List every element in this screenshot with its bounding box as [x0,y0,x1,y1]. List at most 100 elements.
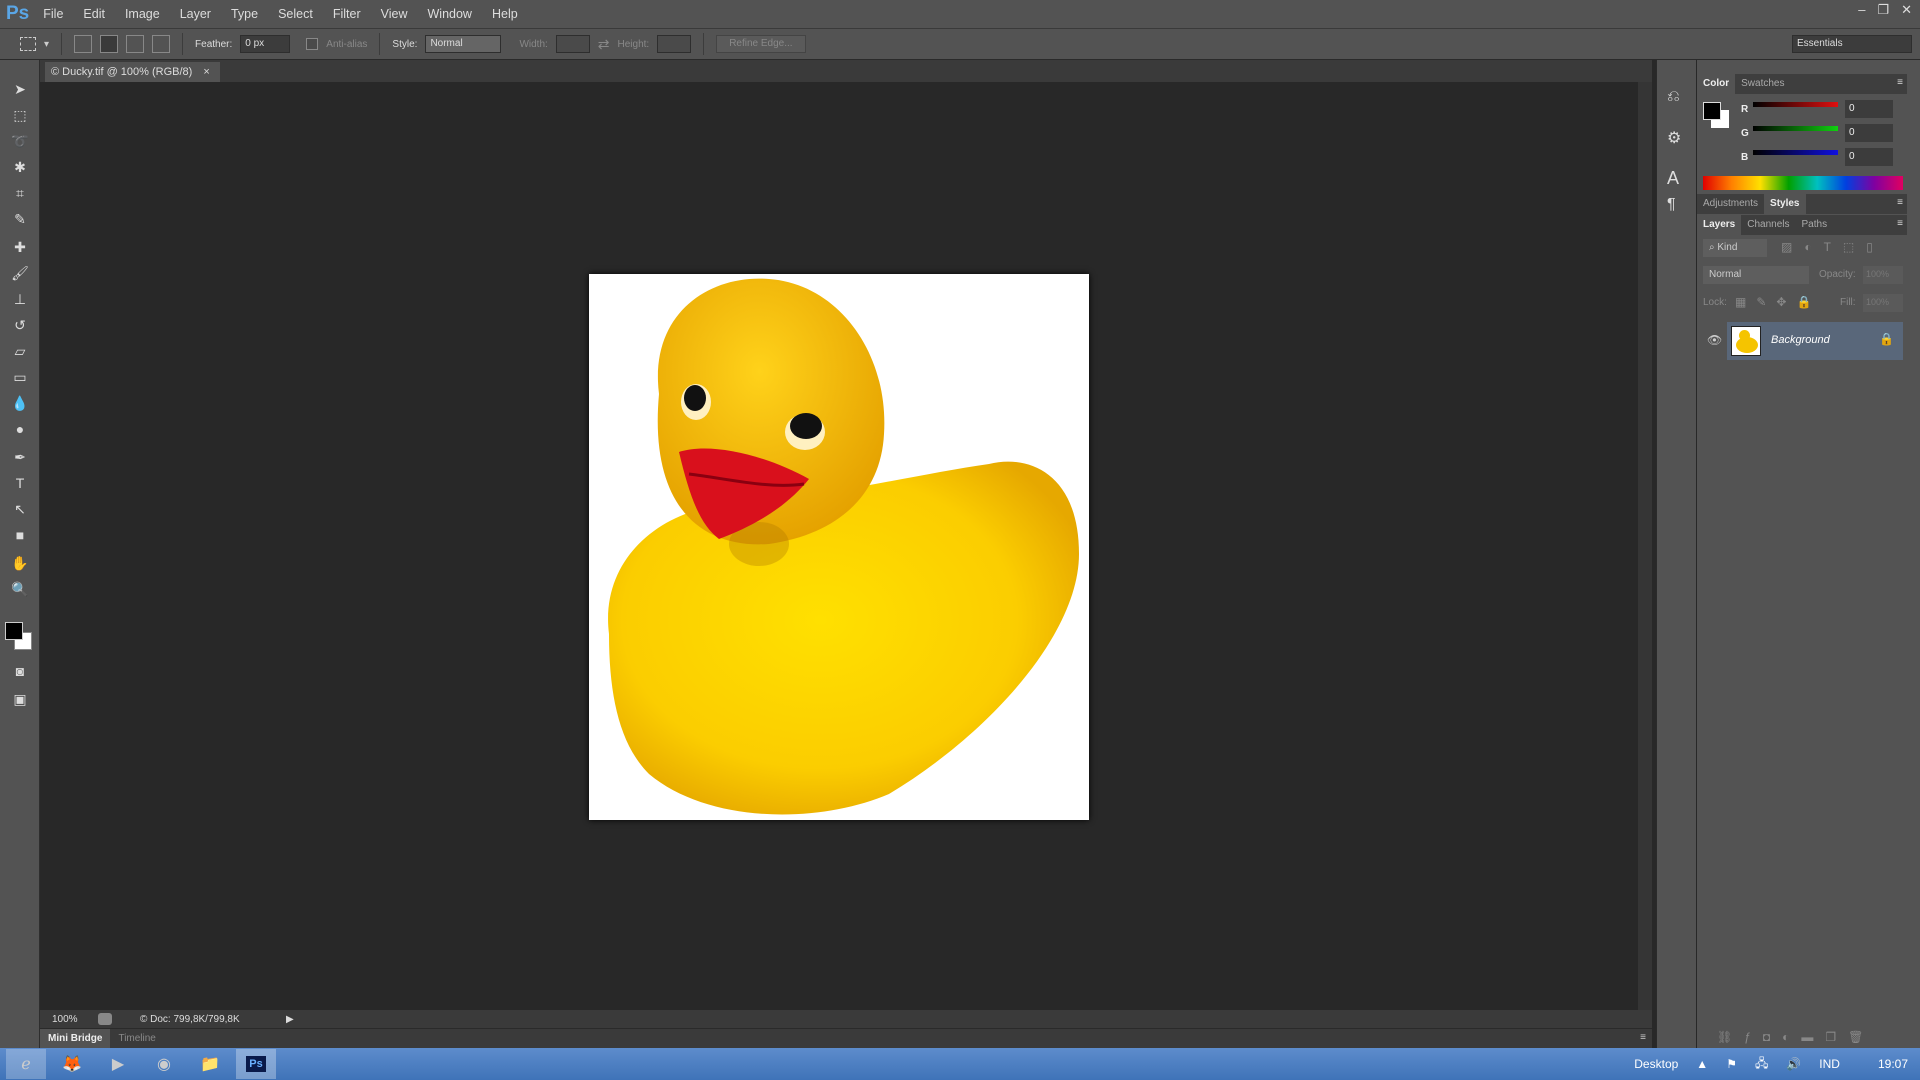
chrome-icon[interactable]: ◉ [144,1049,184,1079]
subtract-selection-icon[interactable] [126,35,145,53]
volume-icon[interactable]: 🔊 [1786,1057,1801,1071]
lock-icons[interactable]: ▦✎✥🔒 [1735,295,1821,309]
opacity-input[interactable]: 100% [1863,266,1903,284]
clone-stamp-tool-icon[interactable]: ⊥ [8,288,32,310]
dodge-tool-icon[interactable]: ● [8,418,32,440]
pen-tool-icon[interactable]: ✒ [8,446,32,468]
layer-filter-icons[interactable]: ▨◐T⬚▯ [1781,240,1885,254]
hand-tool-icon[interactable]: ✋ [8,552,32,574]
file-explorer-icon[interactable]: 📁 [190,1049,230,1079]
restore-icon[interactable]: ❐ [1877,2,1889,18]
refine-edge-button[interactable]: Refine Edge... [716,35,806,53]
add-selection-icon[interactable] [100,35,119,53]
rectangle-tool-icon[interactable]: ■ [8,524,32,546]
tab-layers[interactable]: Layers [1697,215,1742,235]
blue-slider[interactable] [1753,150,1838,155]
red-slider[interactable] [1753,102,1838,107]
workspace-select[interactable]: Essentials [1792,35,1912,53]
show-hidden-icons[interactable]: ▲ [1696,1057,1708,1071]
menu-type[interactable]: Type [231,7,258,21]
close-icon[interactable]: ✕ [1901,2,1912,18]
properties-icon[interactable]: ⚙ [1667,128,1681,148]
menu-image[interactable]: Image [125,7,160,21]
width-input[interactable] [555,35,590,53]
photoshop-taskbar-icon[interactable]: Ps [236,1049,276,1079]
layer-actions-bar[interactable]: ⛓ƒ◘◐▬❐🗑 [1717,1030,1875,1044]
menu-help[interactable]: Help [492,7,518,21]
foreground-color-swatch[interactable] [1703,102,1721,120]
panel-menu-icon[interactable]: ≡ [1897,77,1903,88]
character-icon[interactable]: A [1667,168,1679,189]
paragraph-icon[interactable]: ¶ [1667,196,1676,214]
zoom-level[interactable]: 100% [52,1014,92,1025]
gradient-tool-icon[interactable]: ▭ [8,366,32,388]
fill-input[interactable]: 100% [1863,294,1903,312]
lasso-tool-icon[interactable]: ➰ [8,130,32,152]
foreground-color-swatch[interactable] [5,622,23,640]
healing-brush-tool-icon[interactable]: ✚ [8,236,32,258]
vertical-scrollbar[interactable] [1638,82,1652,1010]
tab-paths[interactable]: Paths [1796,215,1834,235]
marquee-preset-icon[interactable] [20,37,36,51]
panel-menu-icon[interactable]: ≡ [1640,1032,1646,1043]
history-icon[interactable]: ⎌ [1667,88,1680,106]
color-spectrum[interactable] [1703,176,1903,190]
menu-filter[interactable]: Filter [333,7,361,21]
status-menu-arrow-icon[interactable]: ▶ [286,1014,294,1025]
tab-mini-bridge[interactable]: Mini Bridge [40,1029,111,1048]
menu-select[interactable]: Select [278,7,313,21]
swap-icon[interactable]: ⇄ [598,36,610,53]
media-player-icon[interactable]: ▶ [98,1049,138,1079]
minimize-icon[interactable]: ‒ [1858,2,1865,18]
document-tab[interactable]: © Ducky.tif @ 100% (RGB/8) × [45,62,220,82]
internet-explorer-icon[interactable]: ℯ [6,1049,46,1079]
feather-input[interactable]: 0 px [240,35,291,53]
green-slider[interactable] [1753,126,1838,131]
tab-color[interactable]: Color [1697,74,1736,94]
document-image[interactable] [589,274,1089,820]
menu-view[interactable]: View [381,7,408,21]
tab-channels[interactable]: Channels [1741,215,1795,235]
marquee-tool-icon[interactable]: ⬚ [8,104,32,126]
menu-window[interactable]: Window [428,7,472,21]
style-select[interactable]: Normal [425,35,502,53]
intersect-selection-icon[interactable] [152,35,171,53]
new-selection-icon[interactable] [74,35,93,53]
type-tool-icon[interactable]: T [8,472,32,494]
menu-file[interactable]: File [43,7,63,21]
chevron-down-icon[interactable]: ▾ [44,39,49,50]
menu-layer[interactable]: Layer [180,7,211,21]
height-input[interactable] [657,35,692,53]
close-tab-icon[interactable]: × [203,66,209,78]
blend-mode-select[interactable]: Normal [1703,266,1809,284]
layer-filter-select[interactable]: ⌕ Kind [1703,239,1767,257]
brush-tool-icon[interactable]: 🖌 [8,262,32,284]
quick-select-tool-icon[interactable]: ✱ [8,156,32,178]
blue-value[interactable]: 0 [1845,148,1893,166]
action-center-icon[interactable]: ⚑ [1726,1057,1737,1071]
clock[interactable]: 19:07 [1878,1057,1908,1071]
layer-name[interactable]: Background [1771,334,1830,346]
firefox-icon[interactable]: 🦊 [52,1049,92,1079]
eye-icon[interactable]: 👁 [1707,333,1722,347]
proof-icon[interactable] [98,1013,112,1025]
path-selection-tool-icon[interactable]: ↖ [8,498,32,520]
blur-tool-icon[interactable]: 💧 [8,392,32,414]
layer-row[interactable]: Background 🔒 [1727,322,1903,360]
screen-mode-icon[interactable]: ▣ [8,688,32,710]
crop-tool-icon[interactable]: ⌗ [8,182,32,204]
tab-adjustments[interactable]: Adjustments [1697,194,1764,214]
history-brush-tool-icon[interactable]: ↺ [8,314,32,336]
eyedropper-tool-icon[interactable]: ✎ [8,208,32,230]
quick-mask-icon[interactable]: ◙ [8,660,32,682]
tab-swatches[interactable]: Swatches [1735,74,1790,94]
antialias-checkbox[interactable] [306,38,319,50]
network-icon[interactable]: 🖧 [1755,1054,1768,1075]
green-value[interactable]: 0 [1845,124,1893,142]
menu-edit[interactable]: Edit [83,7,105,21]
desktop-toolbar[interactable]: Desktop [1634,1057,1678,1071]
tab-styles[interactable]: Styles [1764,194,1806,214]
move-tool-icon[interactable]: ➤ [8,78,32,100]
tab-timeline[interactable]: Timeline [110,1029,163,1048]
panel-menu-icon[interactable]: ≡ [1897,197,1903,208]
